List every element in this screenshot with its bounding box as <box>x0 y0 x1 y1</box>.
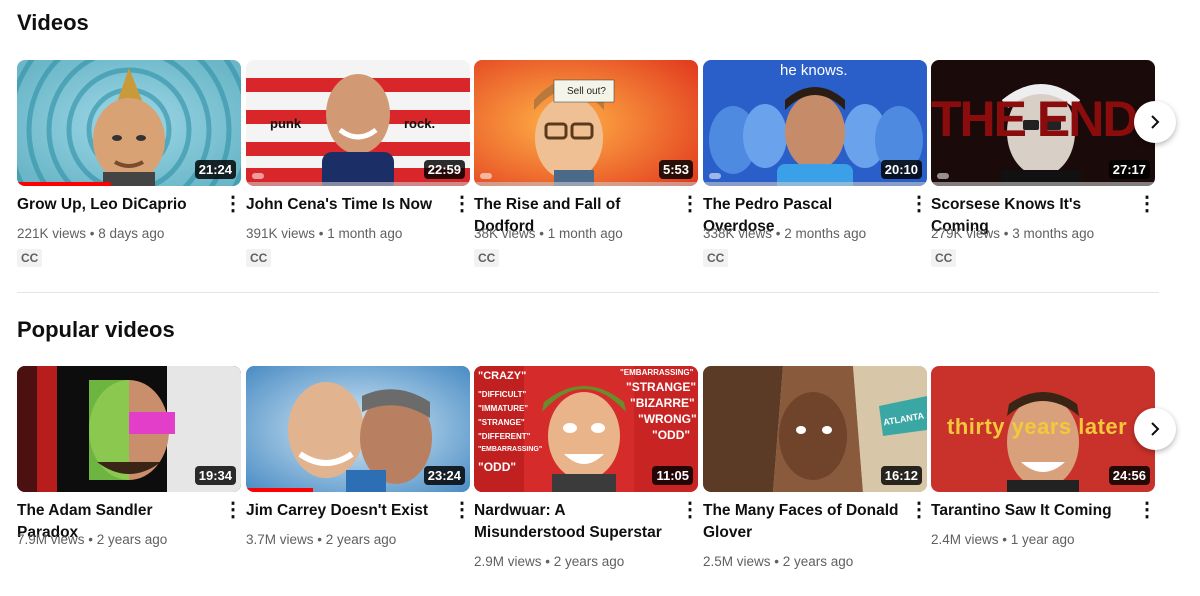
cc-badge: CC <box>931 249 957 267</box>
thumb-word: "WRONG" <box>638 412 697 426</box>
watched-indicator <box>480 173 492 179</box>
kebab-menu-icon[interactable]: ⋮ <box>680 500 700 522</box>
section-divider <box>17 292 1159 293</box>
duration-badge: 22:59 <box>423 160 465 179</box>
chevron-right-icon <box>1151 422 1160 436</box>
video-thumbnail[interactable]: 23:24 <box>246 366 470 492</box>
watched-indicator <box>709 173 721 179</box>
video-thumbnail[interactable]: THE END 27:17 <box>931 60 1155 186</box>
duration-badge: 19:34 <box>194 466 236 485</box>
video-meta: 38K views • 1 month ago <box>474 226 623 241</box>
kebab-menu-icon[interactable]: ⋮ <box>1137 500 1157 522</box>
section-title-videos: Videos <box>17 10 89 35</box>
video-meta: 2.9M views • 2 years ago <box>474 554 625 569</box>
video-thumbnail[interactable]: Sell out? 5:53 <box>474 60 698 186</box>
video-meta: 2.4M views • 1 year ago <box>931 532 1075 547</box>
thumb-word: "ODD" <box>652 428 691 442</box>
watch-progress-bar <box>17 182 112 186</box>
kebab-menu-icon[interactable]: ⋮ <box>223 194 243 216</box>
thumb-word: "STRANGE" <box>478 418 525 427</box>
duration-badge: 21:24 <box>194 160 236 179</box>
duration-badge: 11:05 <box>652 466 693 485</box>
kebab-menu-icon[interactable]: ⋮ <box>909 194 929 216</box>
video-thumbnail[interactable]: ATLANTA 16:12 <box>703 366 927 492</box>
thumb-word: "EMBARRASSING" <box>620 368 694 377</box>
thumb-caption: rock. <box>404 116 436 131</box>
thumb-caption: THE END <box>931 91 1138 147</box>
duration-badge: 16:12 <box>880 466 922 485</box>
video-title[interactable]: John Cena's Time Is Now <box>246 194 444 216</box>
cc-badge: CC <box>17 249 43 267</box>
video-meta: 3.7M views • 2 years ago <box>246 532 397 547</box>
video-thumbnail[interactable]: thirty years later 24:56 <box>931 366 1155 492</box>
video-meta: 2.5M views • 2 years ago <box>703 554 854 569</box>
kebab-menu-icon[interactable]: ⋮ <box>223 500 243 522</box>
thumb-word: "STRANGE" <box>626 380 697 394</box>
thumb-caption: punk <box>270 116 302 131</box>
video-meta: 279K views • 3 months ago <box>931 226 1095 241</box>
duration-badge: 23:24 <box>423 466 465 485</box>
thumb-word: "EMBARRASSING" <box>478 446 543 453</box>
thumb-word: "DIFFICULT" <box>478 390 527 399</box>
cc-badge: CC <box>703 249 729 267</box>
thumb-word: "IMMATURE" <box>478 404 529 413</box>
video-meta: 338K views • 2 months ago <box>703 226 867 241</box>
duration-badge: 27:17 <box>1108 160 1150 179</box>
thumb-caption: thirty years later <box>947 414 1128 439</box>
thumb-caption: he knows. <box>780 62 848 79</box>
duration-badge: 5:53 <box>658 160 693 179</box>
kebab-menu-icon[interactable]: ⋮ <box>452 194 472 216</box>
video-thumbnail[interactable]: 19:34 <box>17 366 241 492</box>
chevron-right-icon <box>1151 115 1160 129</box>
watched-indicator <box>937 173 949 179</box>
cc-badge: CC <box>246 249 272 267</box>
video-meta: 221K views • 8 days ago <box>17 226 165 241</box>
watch-progress-bar <box>474 182 698 186</box>
watch-progress-bar <box>246 182 470 186</box>
thumb-word: "ODD" <box>478 460 517 474</box>
section-title-popular-videos: Popular videos <box>17 317 175 342</box>
video-title[interactable]: Tarantino Saw It Coming <box>931 500 1129 522</box>
kebab-menu-icon[interactable]: ⋮ <box>1137 194 1157 216</box>
watch-progress-bar <box>931 182 1155 186</box>
shelf-next-button[interactable] <box>1134 408 1176 450</box>
thumb-word: "DIFFERENT" <box>478 432 531 441</box>
kebab-menu-icon[interactable]: ⋮ <box>680 194 700 216</box>
duration-badge: 20:10 <box>880 160 922 179</box>
shelf-next-button[interactable] <box>1134 101 1176 143</box>
kebab-menu-icon[interactable]: ⋮ <box>909 500 929 522</box>
watch-progress-bar <box>246 488 314 492</box>
video-thumbnail[interactable]: 21:24 <box>17 60 241 186</box>
watch-progress-bar <box>703 182 927 186</box>
thumb-word: "BIZARRE" <box>630 396 695 410</box>
kebab-menu-icon[interactable]: ⋮ <box>452 500 472 522</box>
video-title[interactable]: Jim Carrey Doesn't Exist <box>246 500 444 522</box>
video-thumbnail[interactable]: punk rock. 22:59 <box>246 60 470 186</box>
thumb-caption: Sell out? <box>567 86 606 97</box>
cc-badge: CC <box>474 249 500 267</box>
video-thumbnail[interactable]: "CRAZY" "EMBARRASSING" "STRANGE" "BIZARR… <box>474 366 698 492</box>
watched-indicator <box>252 173 264 179</box>
thumb-word: "CRAZY" <box>478 370 527 382</box>
duration-badge: 24:56 <box>1108 466 1150 485</box>
video-title[interactable]: The Many Faces of Donald Glover <box>703 500 901 544</box>
video-meta: 7.9M views • 2 years ago <box>17 532 168 547</box>
video-title[interactable]: Grow Up, Leo DiCaprio <box>17 194 215 216</box>
video-title[interactable]: Nardwuar: A Misunderstood Superstar <box>474 500 672 544</box>
video-meta: 391K views • 1 month ago <box>246 226 403 241</box>
video-thumbnail[interactable]: he knows. 20:10 <box>703 60 927 186</box>
